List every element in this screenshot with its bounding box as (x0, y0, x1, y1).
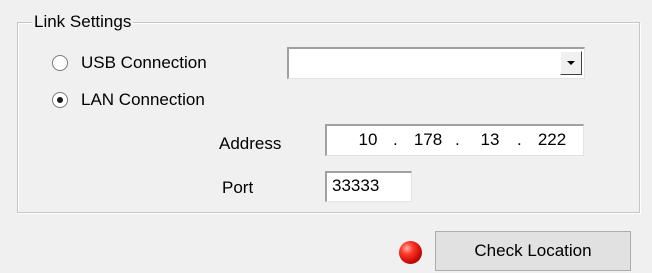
ip-separator: . (393, 130, 398, 149)
port-label: Port (222, 178, 254, 197)
port-input[interactable]: 33333 (325, 171, 412, 202)
dropdown-arrow-button[interactable] (560, 51, 582, 75)
ip-octet-4[interactable]: 222 (531, 129, 573, 151)
link-settings-title: Link Settings (32, 11, 134, 33)
lan-connection-radio[interactable]: LAN Connection (52, 89, 205, 111)
usb-radio-indicator[interactable] (52, 55, 68, 71)
address-label: Address (219, 134, 282, 153)
usb-device-dropdown[interactable] (287, 47, 585, 79)
ip-separator: . (517, 130, 522, 149)
ip-octet-3[interactable]: 13 (469, 129, 511, 151)
check-location-button[interactable]: Check Location (435, 231, 631, 271)
ip-octet-1[interactable]: 10 (347, 129, 389, 151)
chevron-down-icon (567, 61, 575, 65)
status-led-icon (399, 241, 422, 264)
lan-radio-indicator[interactable] (52, 92, 68, 108)
lan-connection-label: LAN Connection (81, 90, 205, 109)
usb-connection-radio[interactable]: USB Connection (52, 52, 207, 74)
usb-connection-label: USB Connection (81, 53, 207, 72)
ip-octet-2[interactable]: 178 (407, 129, 449, 151)
ip-separator: . (455, 130, 460, 149)
ip-address-field[interactable]: 10 . 178 . 13 . 222 (325, 124, 584, 156)
